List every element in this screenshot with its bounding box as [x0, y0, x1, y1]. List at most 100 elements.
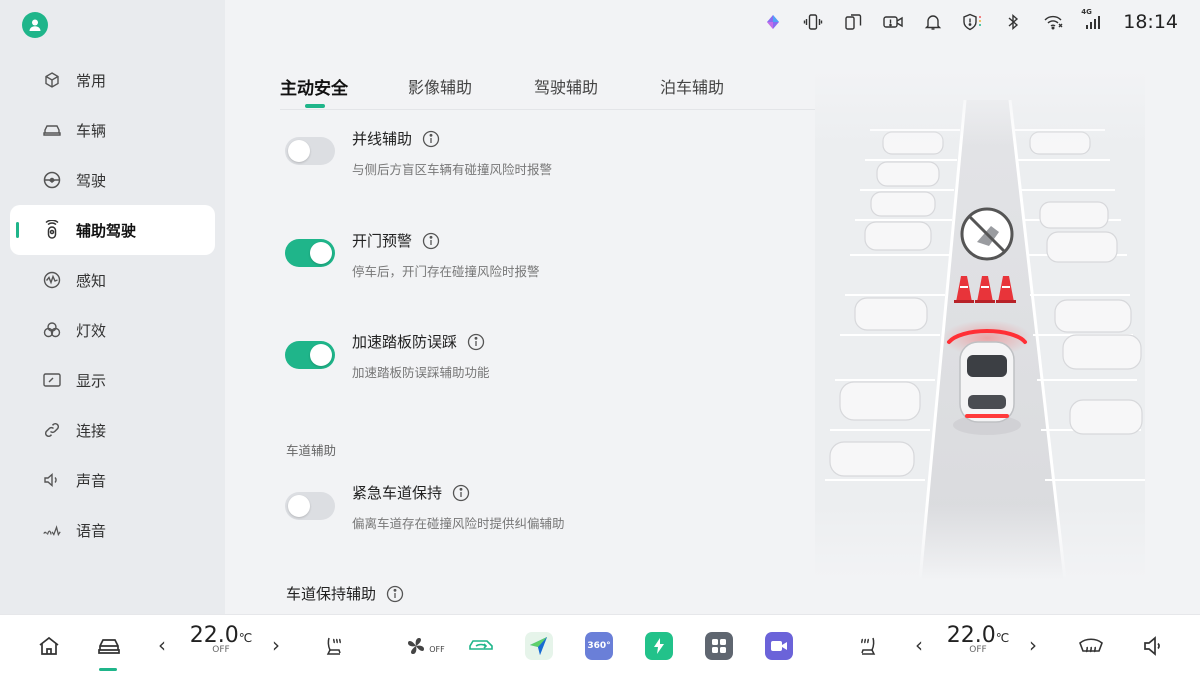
sidebar-item-label: 常用	[76, 71, 107, 90]
right-seat-heat-button[interactable]	[852, 615, 882, 675]
info-icon[interactable]	[386, 585, 404, 603]
sidebar-item-display[interactable]: 显示	[10, 355, 215, 405]
voice-icon	[42, 520, 62, 540]
network-type-label: 4G	[1081, 8, 1092, 16]
temp-unit: ℃	[238, 631, 253, 645]
sidebar-item-label: 驾驶	[76, 171, 107, 190]
camera-360-app-icon: 360°	[585, 631, 613, 660]
display-icon	[42, 370, 62, 390]
seat-heat-icon	[860, 637, 876, 655]
info-icon[interactable]	[467, 333, 485, 351]
video-camera-app-icon	[765, 631, 793, 660]
tab-driving-assist[interactable]: 驾驶辅助	[534, 74, 598, 98]
left-temp-up-button[interactable]: ›	[272, 633, 280, 657]
setting-title: 车道保持辅助	[286, 585, 377, 603]
sidebar-item-connect[interactable]: 连接	[10, 405, 215, 455]
sidebar-item-voice[interactable]: 语音	[10, 505, 215, 555]
sidebar-item-common[interactable]: 常用	[10, 55, 215, 105]
sidebar-item-driving[interactable]: 驾驶	[10, 155, 215, 205]
emergency-lane-keep-toggle[interactable]	[285, 492, 335, 520]
car-air-circulation-icon	[469, 639, 493, 650]
perception-icon	[42, 270, 62, 290]
setting-title: 加速踏板防误踩	[352, 333, 458, 351]
tab-active-safety[interactable]: 主动安全	[280, 74, 348, 99]
setting-description: 加速踏板防误踩辅助功能	[352, 365, 490, 380]
user-icon	[29, 19, 41, 31]
temp-unit: ℃	[995, 631, 1010, 645]
left-temp-down-button[interactable]: ‹	[158, 633, 166, 657]
sidebar-item-assist-driving[interactable]: 辅助驾驶	[10, 205, 215, 255]
info-icon[interactable]	[422, 130, 440, 148]
left-temperature[interactable]: 22.0℃ OFF	[186, 623, 256, 655]
section-label-lane-assist: 车道辅助	[286, 443, 337, 458]
setting-title-row: 紧急车道保持	[352, 482, 470, 503]
right-temp-up-button[interactable]: ›	[1029, 633, 1037, 657]
volume-button[interactable]	[1138, 615, 1168, 675]
parking-lot-illustration	[815, 70, 1145, 581]
sidebar-item-perception[interactable]: 感知	[10, 255, 215, 305]
seat-heat-icon	[326, 637, 342, 655]
defrost-button[interactable]	[1075, 615, 1107, 675]
info-icon[interactable]	[422, 232, 440, 250]
sidebar: 常用 车辆 驾驶 辅助驾驶 感知 灯效 显示 连接 声音 语音	[0, 0, 225, 614]
fan-button[interactable]: OFF	[402, 615, 448, 675]
door-open-warning-toggle[interactable]	[285, 239, 335, 267]
setting-description: 偏离车道存在碰撞风险时提供纠偏辅助	[352, 516, 565, 531]
charging-app-button[interactable]	[644, 615, 674, 675]
steering-wheel-icon	[42, 170, 62, 190]
video-app-button[interactable]	[764, 615, 794, 675]
setting-description: 与侧后方盲区车辆有碰撞风险时报警	[352, 162, 553, 177]
home-button[interactable]	[34, 615, 64, 675]
sidebar-item-vehicle[interactable]: 车辆	[10, 105, 215, 155]
fan-icon	[408, 637, 425, 654]
dock-active-indicator	[99, 668, 117, 671]
sidebar-item-label: 感知	[76, 271, 107, 290]
assist-driving-icon	[42, 220, 62, 240]
tab-parking-assist[interactable]: 泊车辅助	[660, 74, 724, 98]
right-temperature[interactable]: 22.0℃ OFF	[943, 623, 1013, 655]
user-avatar[interactable]	[22, 12, 48, 38]
sidebar-item-light-effect[interactable]: 灯效	[10, 305, 215, 355]
setting-title: 开门预警	[352, 232, 413, 250]
tab-image-assist[interactable]: 影像辅助	[408, 74, 472, 98]
setting-lane-keep-assist[interactable]: 车道保持辅助	[286, 583, 404, 604]
assistant-icon[interactable]	[753, 0, 793, 44]
bluetooth-icon[interactable]	[993, 0, 1033, 44]
phone-mirror-icon[interactable]	[833, 0, 873, 44]
pedal-misapply-toggle[interactable]	[285, 341, 335, 369]
air-circulation-button[interactable]	[465, 615, 497, 675]
windshield-defrost-icon	[1079, 637, 1103, 652]
tab-active-indicator	[305, 104, 325, 108]
lane-change-assist-toggle[interactable]	[285, 137, 335, 165]
phone-vibrate-icon[interactable]	[793, 0, 833, 44]
light-effect-icon	[42, 320, 62, 340]
link-icon	[42, 420, 62, 440]
toggle-knob	[288, 495, 310, 517]
setting-description: 停车后，开门存在碰撞风险时报警	[352, 264, 540, 279]
sidebar-item-label: 显示	[76, 371, 107, 390]
sidebar-item-label: 连接	[76, 421, 107, 440]
sidebar-item-label: 车辆	[76, 121, 107, 140]
right-temp-down-button[interactable]: ‹	[915, 633, 923, 657]
sidebar-item-label: 灯效	[76, 321, 107, 340]
sidebar-item-sound[interactable]: 声音	[10, 455, 215, 505]
apps-grid-button[interactable]	[704, 615, 734, 675]
info-icon[interactable]	[452, 484, 470, 502]
vehicle-button[interactable]	[94, 615, 124, 675]
fan-state: OFF	[429, 645, 445, 654]
wifi-icon[interactable]	[1033, 0, 1073, 44]
navigation-app-button[interactable]	[524, 615, 554, 675]
sidebar-item-label: 声音	[76, 471, 107, 490]
toggle-knob	[288, 140, 310, 162]
sidebar-item-label: 语音	[76, 521, 107, 540]
status-bar: 4G 18:14	[740, 0, 1200, 44]
security-shield-icon[interactable]	[953, 0, 993, 44]
cube-icon	[42, 70, 62, 90]
dashcam-alert-icon[interactable]	[873, 0, 913, 44]
camera-360-app-button[interactable]: 360°	[584, 615, 614, 675]
left-seat-heat-button[interactable]	[320, 615, 350, 675]
setting-title-row: 开门预警	[352, 230, 440, 251]
bell-icon[interactable]	[913, 0, 953, 44]
car-icon	[42, 120, 62, 140]
cellular-signal-icon: 4G	[1073, 0, 1113, 44]
